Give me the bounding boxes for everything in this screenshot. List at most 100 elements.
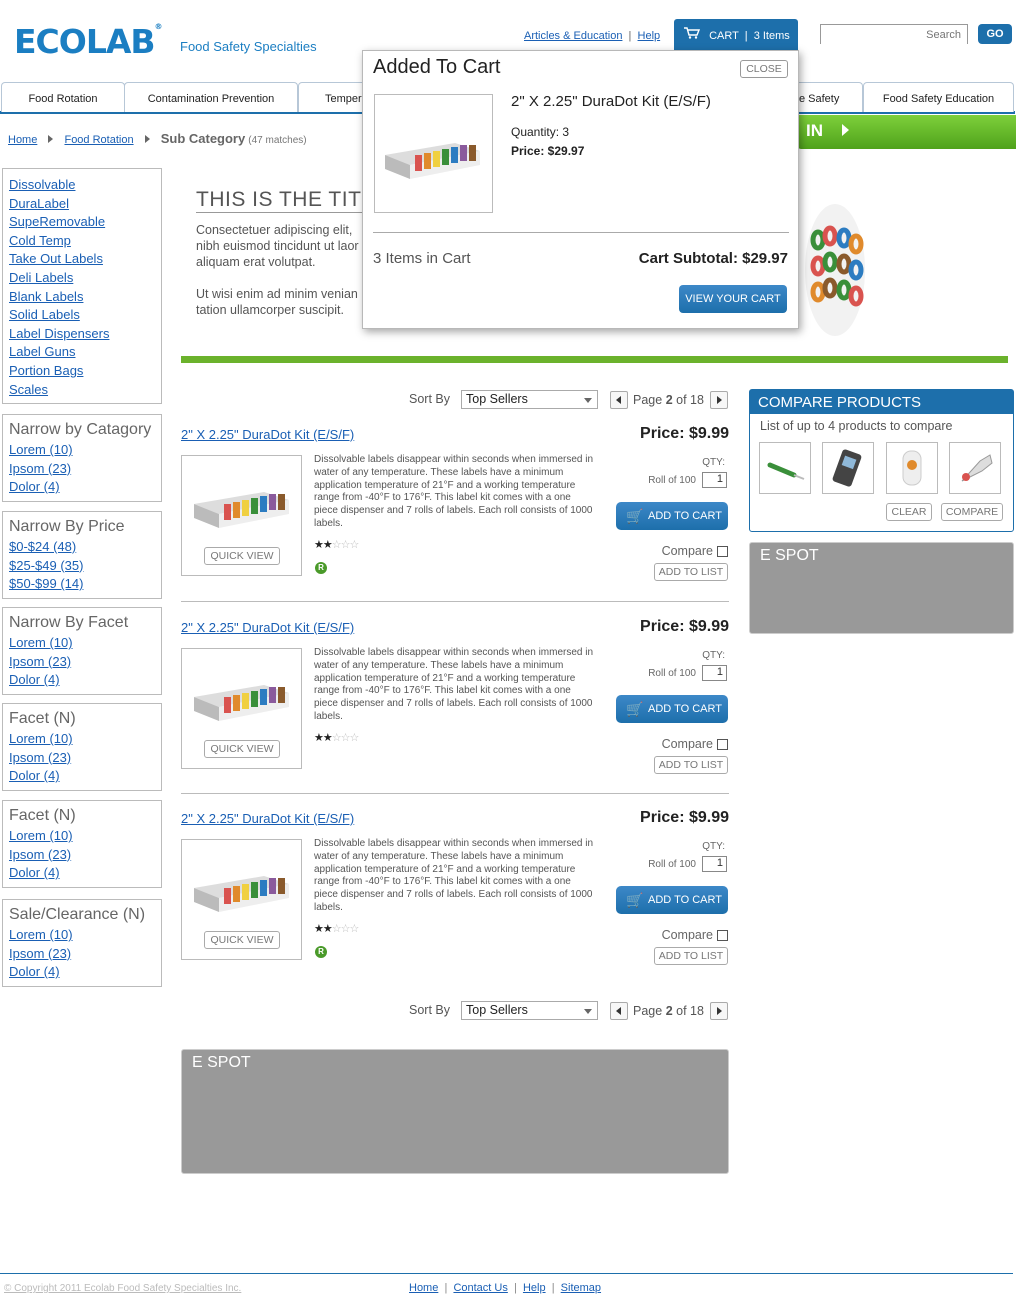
match-count: (47 matches) <box>248 135 307 146</box>
add-to-list-button[interactable]: ADD TO LIST <box>654 563 728 581</box>
search-input[interactable] <box>821 26 967 44</box>
facet-link[interactable]: Ipsom (23) <box>9 460 155 479</box>
sort-select[interactable]: Top Sellers <box>461 1001 598 1020</box>
facet-link[interactable]: Ipsom (23) <box>9 653 155 672</box>
category-link[interactable]: SupeRemovable <box>9 213 155 232</box>
sort-select[interactable]: Top Sellers <box>461 390 598 409</box>
quick-view-button[interactable]: QUICK VIEW <box>204 931 280 949</box>
category-link[interactable]: Take Out Labels <box>9 250 155 269</box>
product-title-link[interactable]: 2" X 2.25" DuraDot Kit (E/S/F) <box>181 427 354 442</box>
category-link[interactable]: DuraLabel <box>9 195 155 214</box>
tab-contamination-prevention[interactable]: Contamination Prevention <box>124 82 298 112</box>
add-to-cart-button[interactable]: 🛒 ADD TO CART <box>616 695 728 723</box>
arrow-left-icon <box>616 1007 621 1015</box>
facet-link[interactable]: Lorem (10) <box>9 926 155 945</box>
facet-link[interactable]: Dolor (4) <box>9 767 155 786</box>
category-link[interactable]: Deli Labels <box>9 269 155 288</box>
compare-checkbox[interactable] <box>717 739 728 751</box>
quick-view-button[interactable]: QUICK VIEW <box>204 547 280 565</box>
facet-link[interactable]: Dolor (4) <box>9 864 155 883</box>
go-button[interactable]: GO <box>978 24 1012 44</box>
breadcrumb-food-rotation[interactable]: Food Rotation <box>64 134 133 146</box>
compare-checkbox[interactable] <box>717 930 728 942</box>
next-page-button[interactable] <box>710 391 728 409</box>
category-link[interactable]: Scales <box>9 381 155 400</box>
compare-slot-thermometer[interactable] <box>759 442 811 494</box>
product-title-link[interactable]: 2" X 2.25" DuraDot Kit (E/S/F) <box>181 620 354 635</box>
category-link[interactable]: Dissolvable <box>9 176 155 195</box>
registered-badge-icon: R <box>315 946 327 958</box>
compare-button[interactable]: COMPARE <box>941 503 1003 521</box>
facet-link[interactable]: Lorem (10) <box>9 827 155 846</box>
popup-title: Added To Cart <box>373 56 501 78</box>
footer-link-home[interactable]: Home <box>409 1282 438 1294</box>
compare-checkbox-row[interactable]: Compare <box>662 737 728 751</box>
product-thumbnail[interactable]: QUICK VIEW <box>181 839 302 960</box>
compare-checkbox[interactable] <box>717 546 728 558</box>
facet-link[interactable]: $0-$24 (48) <box>9 538 155 557</box>
facet-link[interactable]: Dolor (4) <box>9 478 155 497</box>
prev-page-button[interactable] <box>610 391 628 409</box>
facet-link[interactable]: Ipsom (23) <box>9 945 155 964</box>
category-link[interactable]: Cold Temp <box>9 232 155 251</box>
product-thumbnail[interactable]: QUICK VIEW <box>181 648 302 769</box>
add-to-cart-button[interactable]: 🛒 ADD TO CART <box>616 502 728 530</box>
articles-education-link[interactable]: Articles & Education <box>524 30 622 42</box>
cart-icon: 🛒 <box>626 701 644 717</box>
facet-link[interactable]: Lorem (10) <box>9 634 155 653</box>
facet-link[interactable]: $50-$99 (14) <box>9 575 155 594</box>
page-current: 2 <box>665 393 673 407</box>
quantity-input[interactable]: 1 <box>702 856 727 872</box>
cart-tab[interactable]: CART | 3 Items <box>674 19 798 53</box>
category-link[interactable]: Label Dispensers <box>9 325 155 344</box>
footer-link-contact[interactable]: Contact Us <box>453 1282 507 1294</box>
qty-label: QTY: <box>702 457 725 468</box>
close-button[interactable]: CLOSE <box>740 60 788 78</box>
add-to-list-button[interactable]: ADD TO LIST <box>654 947 728 965</box>
category-link[interactable]: Portion Bags <box>9 362 155 381</box>
compare-slot-dispenser[interactable] <box>886 442 938 494</box>
added-to-cart-popup: Added To Cart CLOSE 2" X 2.25" DuraDot K… <box>362 50 799 329</box>
facet-link[interactable]: Lorem (10) <box>9 441 155 460</box>
prev-page-button[interactable] <box>610 1002 628 1020</box>
facet-link[interactable]: Lorem (10) <box>9 730 155 749</box>
category-link[interactable]: Blank Labels <box>9 288 155 307</box>
tab-safety[interactable]: e Safety <box>790 82 863 112</box>
espot-side[interactable]: E SPOT <box>749 542 1014 634</box>
quick-view-button[interactable]: QUICK VIEW <box>204 740 280 758</box>
tab-food-safety-education[interactable]: Food Safety Education <box>863 82 1014 112</box>
view-cart-button[interactable]: VIEW YOUR CART <box>679 285 787 313</box>
ecolab-logo[interactable]: ECOLAB® <box>14 22 163 61</box>
category-link[interactable]: Label Guns <box>9 343 155 362</box>
product-title-link[interactable]: 2" X 2.25" DuraDot Kit (E/S/F) <box>181 811 354 826</box>
category-link[interactable]: Solid Labels <box>9 306 155 325</box>
quantity-input[interactable]: 1 <box>702 665 727 681</box>
tab-food-rotation[interactable]: Food Rotation <box>1 82 125 112</box>
facet-title: Facet (N) <box>9 807 76 824</box>
quantity-input[interactable]: 1 <box>702 472 727 488</box>
next-page-button[interactable] <box>710 1002 728 1020</box>
facet-link[interactable]: Ipsom (23) <box>9 846 155 865</box>
search-field[interactable] <box>820 24 968 44</box>
facet-link[interactable]: Dolor (4) <box>9 671 155 690</box>
facet-link[interactable]: $25-$49 (35) <box>9 557 155 576</box>
help-link[interactable]: Help <box>638 30 661 42</box>
compare-slot-tool[interactable] <box>949 442 1001 494</box>
tab-temperature[interactable]: Tempera <box>298 82 368 112</box>
compare-checkbox-row[interactable]: Compare <box>662 928 728 942</box>
footer-link-help[interactable]: Help <box>523 1282 546 1294</box>
espot-bottom[interactable]: E SPOT <box>181 1049 729 1174</box>
breadcrumb-home[interactable]: Home <box>8 134 37 146</box>
add-to-cart-button[interactable]: 🛒 ADD TO CART <box>616 886 728 914</box>
add-to-list-button[interactable]: ADD TO LIST <box>654 756 728 774</box>
product-card: 2" X 2.25" DuraDot Kit (E/S/F) Price: $9… <box>181 809 729 1001</box>
product-thumbnail[interactable]: QUICK VIEW <box>181 455 302 576</box>
compare-checkbox-row[interactable]: Compare <box>662 544 728 558</box>
compare-slot-device[interactable] <box>822 442 874 494</box>
hero-banner-button[interactable]: IN <box>798 115 1016 149</box>
clear-compare-button[interactable]: CLEAR <box>886 503 932 521</box>
facet-link[interactable]: Dolor (4) <box>9 963 155 982</box>
page-total: of 18 <box>676 1004 704 1018</box>
facet-link[interactable]: Ipsom (23) <box>9 749 155 768</box>
footer-link-sitemap[interactable]: Sitemap <box>561 1282 601 1294</box>
